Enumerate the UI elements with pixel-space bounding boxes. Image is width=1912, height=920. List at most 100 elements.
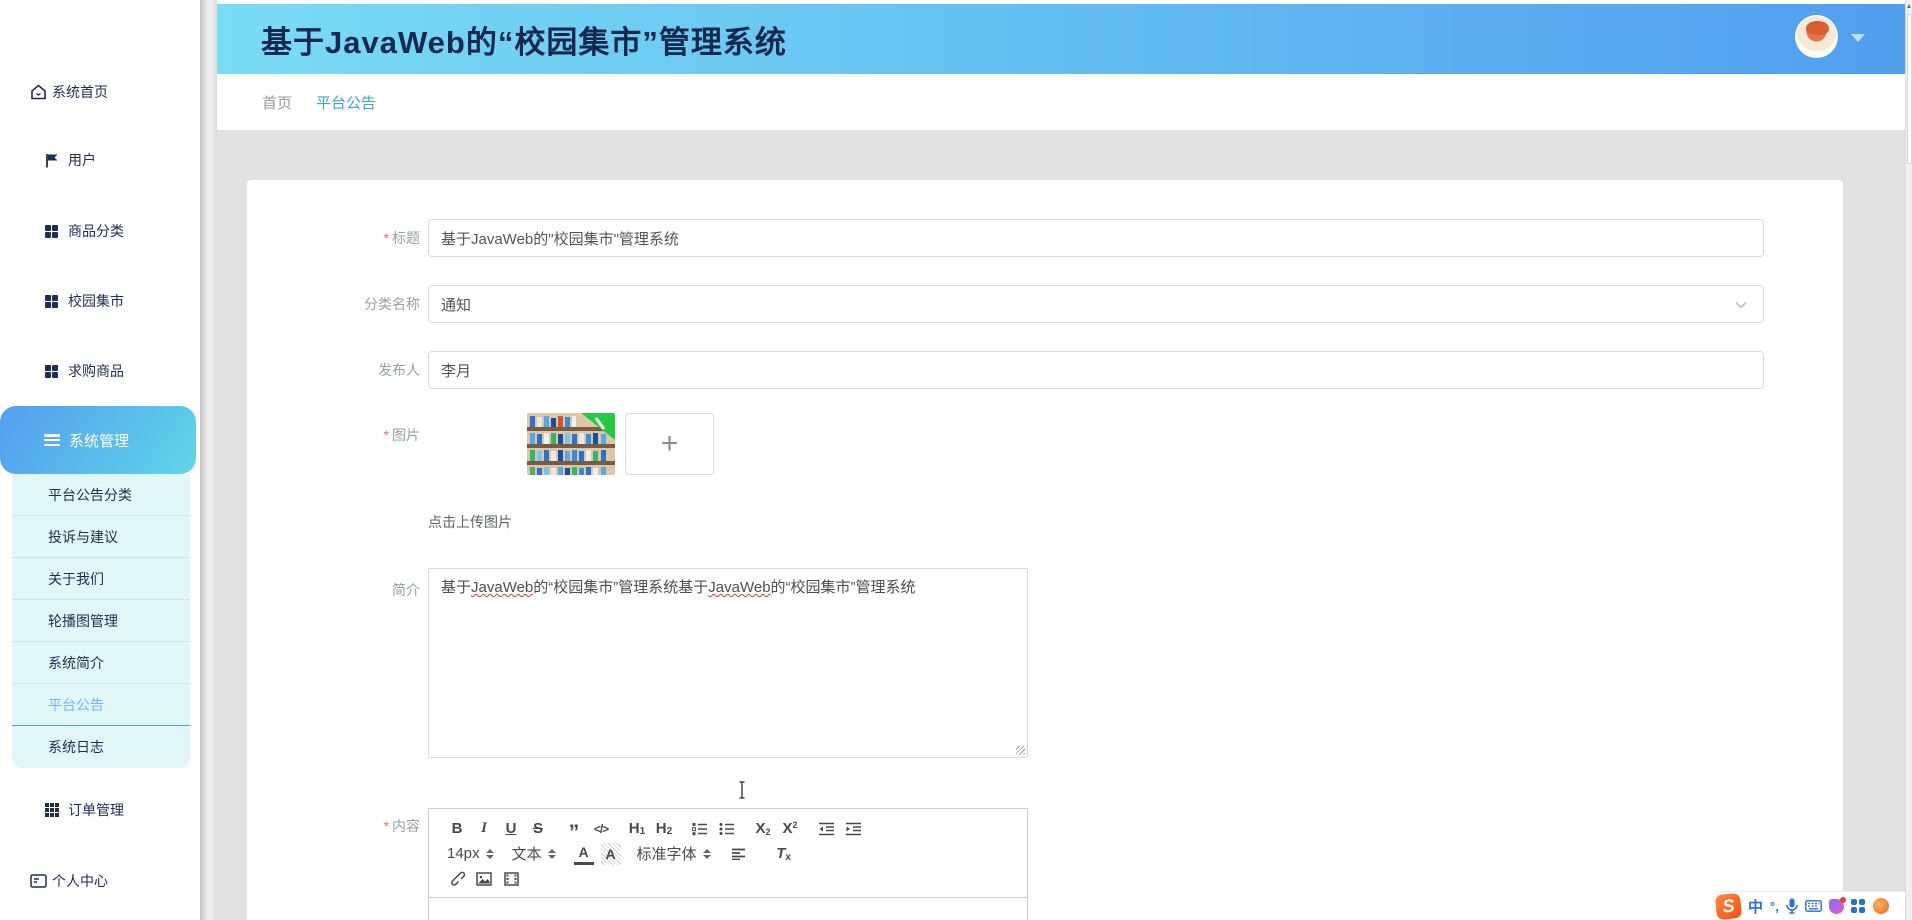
font-size-select[interactable]: 14px: [447, 843, 480, 865]
sidebar-item-label: 求购商品: [68, 361, 124, 381]
publisher-input[interactable]: [428, 351, 1764, 389]
upload-hint: 点击上传图片: [428, 512, 512, 532]
tab-home[interactable]: 首页: [262, 92, 292, 113]
italic-button[interactable]: I: [474, 818, 494, 840]
heading1-button[interactable]: H1: [627, 818, 647, 840]
ime-chinese-mode[interactable]: 中: [1748, 896, 1763, 917]
scroll-up-arrow-icon[interactable]: [1907, 4, 1911, 8]
skin-theme-icon[interactable]: [1829, 899, 1844, 914]
sidebar-item-order-management[interactable]: 订单管理: [0, 790, 200, 830]
outdent-button[interactable]: [816, 818, 836, 840]
intro-label: 简介: [247, 568, 420, 758]
publisher-label: 发布人: [247, 351, 420, 389]
submenu-item-platform-announcement[interactable]: 平台公告: [12, 684, 190, 726]
submenu-item-system-log[interactable]: 系统日志: [12, 726, 190, 768]
scrollbar-thumb[interactable]: [1907, 14, 1912, 164]
avatar[interactable]: [1795, 15, 1838, 58]
title-input[interactable]: [428, 219, 1764, 257]
emoji-face-icon[interactable]: [1873, 898, 1889, 914]
sidebar-item-label: 订单管理: [68, 800, 124, 820]
tab-bar: 首页 平台公告: [217, 74, 1905, 130]
sidebar-scrollbar[interactable]: [200, 0, 217, 920]
superscript-button[interactable]: X2: [780, 818, 800, 840]
sidebar-item-label: 校园集市: [68, 291, 124, 311]
grid-icon: [44, 295, 59, 308]
sidebar-item-wanted-goods[interactable]: 求购商品: [0, 351, 200, 391]
sidebar-item-system-management[interactable]: 系统管理: [0, 406, 196, 474]
app-header: 基于JavaWeb的“校园集市”管理系统: [217, 4, 1905, 74]
ordered-list-button[interactable]: [690, 818, 710, 840]
main-area: 基于JavaWeb的“校园集市”管理系统 首页 平台公告 *标题 分类名称: [217, 0, 1905, 920]
submenu-item-about-us[interactable]: 关于我们: [12, 558, 190, 600]
upload-image-button[interactable]: +: [625, 413, 714, 475]
card-icon: [30, 874, 47, 888]
category-select-value: 通知: [441, 294, 471, 315]
updown-arrows-icon[interactable]: [548, 849, 556, 859]
updown-arrows-icon[interactable]: [703, 849, 711, 859]
announcement-image-thumbnail[interactable]: [527, 413, 615, 475]
textarea-resize-handle[interactable]: [1016, 746, 1025, 755]
plus-icon: +: [661, 427, 679, 461]
required-asterisk: *: [384, 230, 389, 246]
submenu-item-complaints[interactable]: 投诉与建议: [12, 516, 190, 558]
sidebar-item-label: 个人中心: [52, 871, 108, 891]
highlight-color-button[interactable]: A: [601, 843, 621, 865]
menu-icon: [44, 434, 60, 446]
link-button[interactable]: [447, 868, 467, 890]
sidebar-item-home[interactable]: 系统首页: [0, 72, 200, 112]
strikethrough-button[interactable]: S: [528, 818, 548, 840]
unordered-list-button[interactable]: [717, 818, 737, 840]
ime-toolbar: S 中 °,: [1712, 891, 1905, 920]
page-scrollbar[interactable]: [1905, 0, 1912, 920]
sidebar-item-product-category[interactable]: 商品分类: [0, 211, 200, 251]
rich-text-editor: B I U S ” </> H1 H2: [428, 808, 1028, 920]
updown-arrows-icon[interactable]: [486, 849, 494, 859]
code-block-button[interactable]: </>: [591, 818, 611, 840]
content-label: *内容: [247, 808, 420, 920]
blockquote-button[interactable]: ”: [564, 818, 584, 840]
sidebar-item-campus-market[interactable]: 校园集市: [0, 281, 200, 321]
keyboard-icon[interactable]: [1805, 900, 1822, 912]
category-label: 分类名称: [247, 285, 420, 323]
home-icon: [30, 84, 47, 100]
required-asterisk: *: [384, 427, 389, 443]
form-row-publisher: 发布人: [247, 351, 1764, 389]
sidebar-item-profile[interactable]: 个人中心: [0, 861, 200, 901]
form-row-category: 分类名称 通知: [247, 285, 1764, 323]
sidebar: 系统首页 用户 商品分类 校园集市 求购商品 系统管理 平台公告分类 投诉与建议: [0, 0, 200, 920]
category-select[interactable]: 通知: [428, 285, 1764, 323]
submenu-item-carousel[interactable]: 轮播图管理: [12, 600, 190, 642]
image-button[interactable]: [474, 868, 494, 890]
intro-textarea[interactable]: 基于JavaWeb的“校园集市”管理系统基于JavaWeb的“校园集市”管理系统: [428, 568, 1028, 758]
form-card: *标题 分类名称 通知 发布人: [247, 180, 1843, 920]
sidebar-item-users[interactable]: 用户: [0, 140, 200, 180]
clear-format-button[interactable]: Tx: [774, 843, 794, 865]
video-button[interactable]: [501, 868, 521, 890]
grid9-icon: [44, 803, 59, 817]
underline-button[interactable]: U: [501, 818, 521, 840]
indent-button[interactable]: [843, 818, 863, 840]
heading2-button[interactable]: H2: [654, 818, 674, 840]
sogou-logo-icon[interactable]: S: [1715, 892, 1742, 919]
bold-button[interactable]: B: [447, 818, 467, 840]
sidebar-item-label: 商品分类: [68, 221, 124, 241]
text-type-select[interactable]: 文本: [512, 843, 542, 865]
form-row-intro: 简介 基于JavaWeb的“校园集市”管理系统基于JavaWeb的“校园集市”管…: [247, 568, 1028, 758]
submenu-item-system-intro[interactable]: 系统简介: [12, 642, 190, 684]
tab-platform-announcement[interactable]: 平台公告: [316, 92, 376, 113]
system-management-submenu: 平台公告分类 投诉与建议 关于我们 轮播图管理 系统简介 平台公告 系统日志: [12, 474, 190, 768]
editor-content-area[interactable]: [429, 898, 1027, 920]
ime-punctuation-mode[interactable]: °,: [1770, 899, 1779, 914]
form-row-image: *图片: [247, 413, 714, 475]
editor-toolbar: B I U S ” </> H1 H2: [429, 809, 1027, 898]
microphone-icon[interactable]: [1786, 898, 1798, 914]
align-button[interactable]: [729, 843, 749, 865]
text-color-button[interactable]: A: [574, 843, 594, 865]
font-family-select[interactable]: 标准字体: [637, 843, 697, 865]
submenu-item-announcement-category[interactable]: 平台公告分类: [12, 474, 190, 516]
form-row-content: *内容 B I U S ” </>: [247, 808, 1028, 920]
chevron-down-icon[interactable]: [1851, 34, 1865, 42]
subscript-button[interactable]: X2: [753, 818, 773, 840]
sidebar-item-label: 用户: [68, 150, 96, 170]
toolbox-grid-icon[interactable]: [1851, 899, 1866, 914]
